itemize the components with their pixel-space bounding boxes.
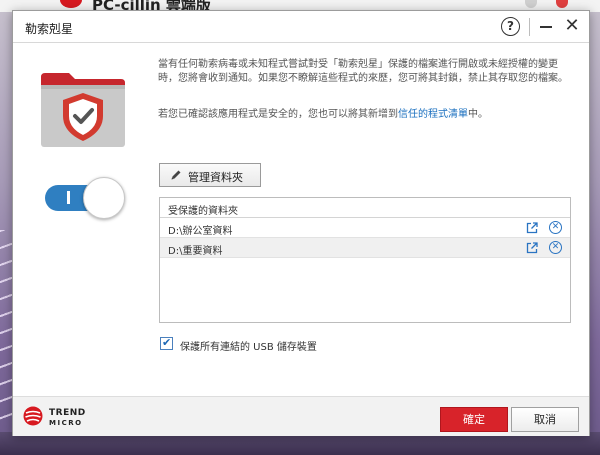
cancel-button[interactable]: 取消 [511, 407, 579, 432]
brand-name-sub: MICRO [49, 419, 83, 427]
remove-folder-icon[interactable]: ✕ [549, 221, 562, 234]
usb-protection-label[interactable]: 保護所有連結的 USB 儲存裝置 [180, 338, 317, 353]
usb-protection-checkbox[interactable]: ✔ [160, 336, 173, 350]
dialog-footer: TREND MICRO 確定 取消 [13, 396, 589, 436]
list-header-title: 受保護的資料夾 [168, 206, 238, 217]
checkmark-icon: ✔ [162, 336, 172, 349]
trusted-programs-note: 若您已確認該應用程式是安全的，您也可以將其新增到信任的程式清單中。 [158, 108, 576, 122]
list-item[interactable]: D:\重要資料 ✕ [160, 238, 570, 258]
close-button[interactable]: ✕ [562, 16, 582, 36]
feature-description: 當有任何勒索病毒或未知程式嘗試對受「勒索剋星」保護的檔案進行開啟或未經授權的變更… [158, 59, 568, 84]
manage-folders-button[interactable]: 管理資料夾 [159, 163, 261, 187]
trusted-programs-link[interactable]: 信任的程式清單 [398, 109, 468, 120]
trusted-note-suffix: 中。 [468, 109, 488, 120]
ok-button[interactable]: 確定 [440, 407, 508, 432]
protection-toggle[interactable] [45, 177, 127, 219]
toggle-on-indicator-icon [67, 191, 70, 204]
background-window-control-icon [525, 0, 537, 8]
list-header: 受保護的資料夾 [160, 198, 570, 218]
remove-folder-icon[interactable]: ✕ [549, 241, 562, 254]
dialog-title: 勒索剋星 [25, 22, 74, 36]
open-folder-icon[interactable] [526, 242, 538, 254]
titlebar-divider [529, 18, 530, 36]
trend-micro-logo-icon [23, 406, 43, 426]
open-folder-icon[interactable] [526, 222, 538, 234]
help-button[interactable]: ? [501, 17, 520, 36]
dialog-titlebar[interactable]: 勒索剋星 ? ✕ [13, 11, 589, 43]
protected-folders-list: 受保護的資料夾 D:\辦公室資料 ✕ D:\重要資料 ✕ [159, 197, 571, 323]
ransomware-protection-dialog: 勒索剋星 ? ✕ 當有任何勒索病毒或未知程式嘗試對受「勒索剋星」保護的檔案進行開… [12, 10, 590, 436]
brand-name: TREND [49, 408, 86, 418]
list-item[interactable]: D:\辦公室資料 ✕ [160, 218, 570, 238]
manage-folders-label: 管理資料夾 [188, 171, 243, 184]
background-app-logo-icon [60, 0, 82, 8]
trusted-note-prefix: 若您已確認該應用程式是安全的，您也可以將其新增到 [158, 109, 398, 120]
toggle-knob[interactable] [83, 177, 125, 219]
pencil-icon [171, 170, 181, 180]
background-window-close-icon [556, 0, 568, 8]
protected-folder-shield-icon [41, 73, 125, 147]
folder-path: D:\重要資料 [168, 246, 223, 257]
minimize-button[interactable] [540, 26, 552, 28]
folder-path: D:\辦公室資料 [168, 226, 233, 237]
